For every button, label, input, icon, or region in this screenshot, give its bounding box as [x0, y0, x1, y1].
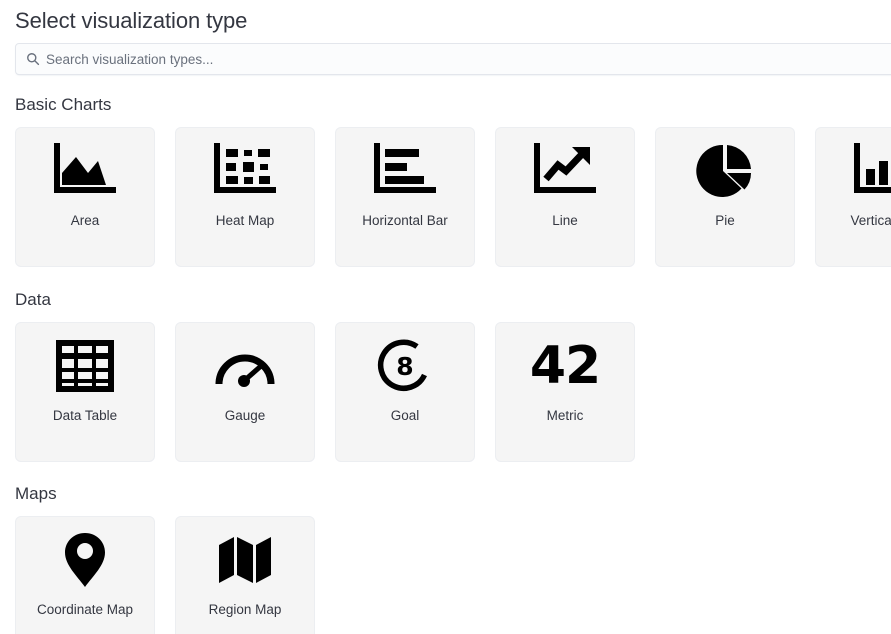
gauge-icon	[176, 323, 314, 409]
viz-card-label: Goal	[387, 409, 424, 423]
goal-value: 8	[377, 338, 433, 394]
metric-icon: 42	[496, 323, 634, 409]
viz-card-line[interactable]: Line	[495, 127, 635, 267]
visualization-type-picker: Select visualization type Basic Charts	[0, 0, 891, 634]
viz-card-label: Coordinate Map	[33, 603, 137, 617]
card-list-maps: Coordinate Map Region Map	[15, 516, 891, 634]
viz-card-label: Pie	[711, 214, 739, 228]
viz-card-label: Data Table	[49, 409, 121, 423]
viz-card-pie[interactable]: Pie	[655, 127, 795, 267]
viz-card-vertical-bar[interactable]: Vertical Bar	[815, 127, 891, 267]
region-map-icon	[176, 517, 314, 603]
group-title-data: Data	[15, 291, 891, 308]
group-basic-charts: Basic Charts Area	[15, 96, 891, 267]
viz-card-label: Gauge	[221, 409, 270, 423]
pie-chart-icon	[656, 128, 794, 214]
line-chart-icon	[496, 128, 634, 214]
viz-card-coordinate-map[interactable]: Coordinate Map	[15, 516, 155, 634]
search-field[interactable]	[15, 43, 891, 75]
viz-card-data-table[interactable]: Data Table	[15, 322, 155, 462]
group-maps: Maps Coordinate Map	[15, 485, 891, 634]
metric-value: 42	[530, 340, 600, 392]
search-input[interactable]	[16, 44, 891, 74]
viz-card-gauge[interactable]: Gauge	[175, 322, 315, 462]
group-title-basic-charts: Basic Charts	[15, 96, 891, 113]
viz-card-horizontal-bar[interactable]: Horizontal Bar	[335, 127, 475, 267]
viz-card-label: Horizontal Bar	[358, 214, 452, 228]
card-list-data: Data Table Gauge	[15, 322, 891, 462]
group-title-maps: Maps	[15, 485, 891, 502]
viz-card-label: Line	[548, 214, 582, 228]
viz-card-heat-map[interactable]: Heat Map	[175, 127, 315, 267]
goal-icon: 8	[336, 323, 474, 409]
viz-card-label: Area	[67, 214, 104, 228]
card-list-basic-charts: Area	[15, 127, 891, 267]
heat-map-icon	[176, 128, 314, 214]
viz-card-area[interactable]: Area	[15, 127, 155, 267]
viz-card-label: Vertical Bar	[846, 214, 891, 228]
area-chart-icon	[16, 128, 154, 214]
group-data: Data Data Table	[15, 291, 891, 462]
viz-card-metric[interactable]: 42 Metric	[495, 322, 635, 462]
viz-card-label: Heat Map	[212, 214, 279, 228]
search-row	[15, 43, 891, 75]
viz-card-goal[interactable]: 8 Goal	[335, 322, 475, 462]
viz-card-region-map[interactable]: Region Map	[175, 516, 315, 634]
viz-card-label: Metric	[543, 409, 588, 423]
viz-card-label: Region Map	[205, 603, 286, 617]
coordinate-map-icon	[16, 517, 154, 603]
page-title: Select visualization type	[15, 0, 891, 32]
vertical-bar-icon	[816, 128, 891, 214]
data-table-icon	[16, 323, 154, 409]
horizontal-bar-icon	[336, 128, 474, 214]
